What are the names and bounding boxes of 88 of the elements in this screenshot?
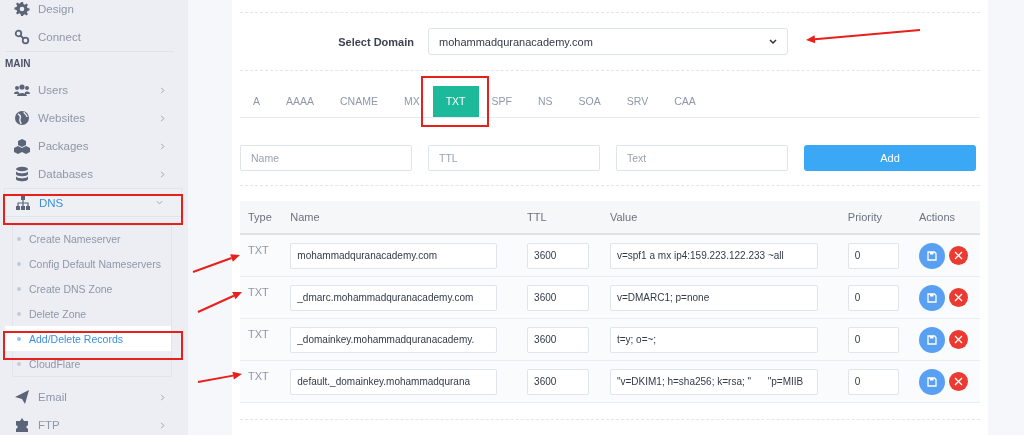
delete-button[interactable] (948, 372, 968, 391)
input-field[interactable]: 0 (847, 326, 899, 353)
record-type-tab[interactable]: SPF (478, 86, 525, 117)
delete-button[interactable] (948, 330, 968, 349)
annotation-arrow (192, 254, 240, 273)
sidebar-item[interactable]: Connect (38, 31, 174, 43)
input-field[interactable]: v=spf1 a mx ip4:159.223.122.233 ~all (609, 242, 818, 269)
column-header: Actions (910, 201, 980, 234)
column-header: TTL (519, 201, 602, 234)
record-type-tab[interactable]: CAA (661, 86, 709, 117)
delete-button[interactable] (948, 246, 968, 265)
chevron-icon (159, 114, 166, 122)
record-type-tab[interactable]: AAAA (273, 86, 328, 117)
chevron-icon (159, 393, 166, 401)
input-field[interactable]: 3600 (527, 368, 590, 395)
field-label: Select Domain (337, 35, 414, 48)
database-icon (14, 166, 30, 182)
input-field[interactable]: _domainkey.mohammadquranacademy. (290, 326, 498, 353)
annotation-arrow (197, 371, 242, 383)
chevron-icon (769, 38, 777, 45)
menu-item[interactable]: Websites (0, 104, 188, 132)
input-field[interactable]: t=y; o=~; (609, 326, 818, 353)
close-icon (953, 251, 963, 260)
menu-item[interactable]: DNS (4, 188, 182, 217)
input-field[interactable]: Name (240, 145, 412, 171)
boxes-icon (14, 138, 30, 154)
chevron-icon (159, 170, 166, 178)
input-field[interactable]: 3600 (527, 284, 590, 311)
record-type-tab[interactable]: A (240, 86, 273, 117)
table-cell: TXT (240, 318, 283, 361)
input-field[interactable]: default._domainkey.mohammadqurana (290, 368, 498, 395)
record-type-tab[interactable]: CNAME (327, 86, 391, 117)
column-header: Name (282, 201, 520, 234)
menu-item[interactable]: FTP (0, 411, 188, 435)
table-cell: TXT (240, 360, 283, 403)
close-icon (953, 377, 963, 386)
menu-item[interactable]: Users (0, 76, 188, 104)
delete-button[interactable] (948, 288, 968, 307)
annotation-arrow (197, 292, 242, 313)
submenu-item[interactable]: Create Nameserver (5, 226, 171, 251)
add-button[interactable]: Add (804, 145, 976, 171)
input-field[interactable]: 0 (847, 368, 899, 395)
link-icon (14, 29, 30, 45)
input-field[interactable]: 3600 (527, 242, 590, 269)
input-field[interactable]: 3600 (527, 326, 590, 353)
input-field[interactable]: 0 (847, 284, 899, 311)
close-icon (953, 335, 963, 344)
submenu-item[interactable]: Create DNS Zone (5, 276, 171, 301)
submenu-item[interactable]: Delete Zone (5, 301, 171, 326)
sitemap-icon (15, 194, 31, 211)
record-type-tab[interactable]: MX (390, 86, 433, 117)
input-field[interactable]: 0 (847, 242, 899, 269)
chevron-icon (156, 199, 163, 206)
input-field[interactable]: TTL (428, 145, 600, 171)
input-field[interactable]: Text (616, 145, 788, 171)
column-header: Type (240, 201, 283, 234)
record-type-tab[interactable]: SRV (613, 86, 662, 117)
section-title: MAIN (4, 57, 32, 71)
globe-icon (14, 110, 30, 126)
input-field[interactable]: mohammadquranacademy.com (290, 242, 498, 269)
save-button[interactable] (918, 284, 945, 311)
domain-select[interactable]: mohammadquranacademy.com (428, 28, 788, 55)
submenu-item[interactable]: CloudFlare (5, 351, 171, 376)
save-button[interactable] (918, 326, 945, 353)
chevron-icon (159, 86, 166, 94)
record-type-tab[interactable]: SOA (565, 86, 614, 117)
menu-item[interactable]: Email (0, 383, 188, 411)
input-field[interactable]: v=DMARC1; p=none (609, 284, 818, 311)
save-button[interactable] (918, 368, 945, 395)
menu-item[interactable]: Packages (0, 132, 188, 160)
paper-plane-icon (14, 389, 30, 405)
table-cell: TXT (240, 234, 283, 277)
chevron-icon (159, 142, 166, 150)
submenu-item[interactable]: Config Default Nameservers (5, 251, 171, 276)
input-field[interactable]: "v=DKIM1; h=sha256; k=rsa; " "p=MIIB (609, 368, 818, 395)
record-type-tab[interactable]: TXT (432, 86, 479, 117)
menu-item[interactable]: Databases (0, 160, 188, 188)
users-icon (14, 82, 30, 98)
annotation-box (421, 76, 489, 127)
close-icon (953, 293, 963, 302)
submenu-item[interactable]: Add/Delete Records (5, 326, 171, 351)
column-header: Value (601, 201, 840, 234)
chevron-icon (159, 421, 166, 429)
sidebar-item[interactable]: Design (38, 3, 174, 15)
record-type-tab[interactable]: NS (524, 86, 566, 117)
column-header: Priority (839, 201, 911, 234)
save-button[interactable] (918, 242, 945, 269)
input-field[interactable]: _dmarc.mohammadquranacademy.com (290, 284, 498, 311)
